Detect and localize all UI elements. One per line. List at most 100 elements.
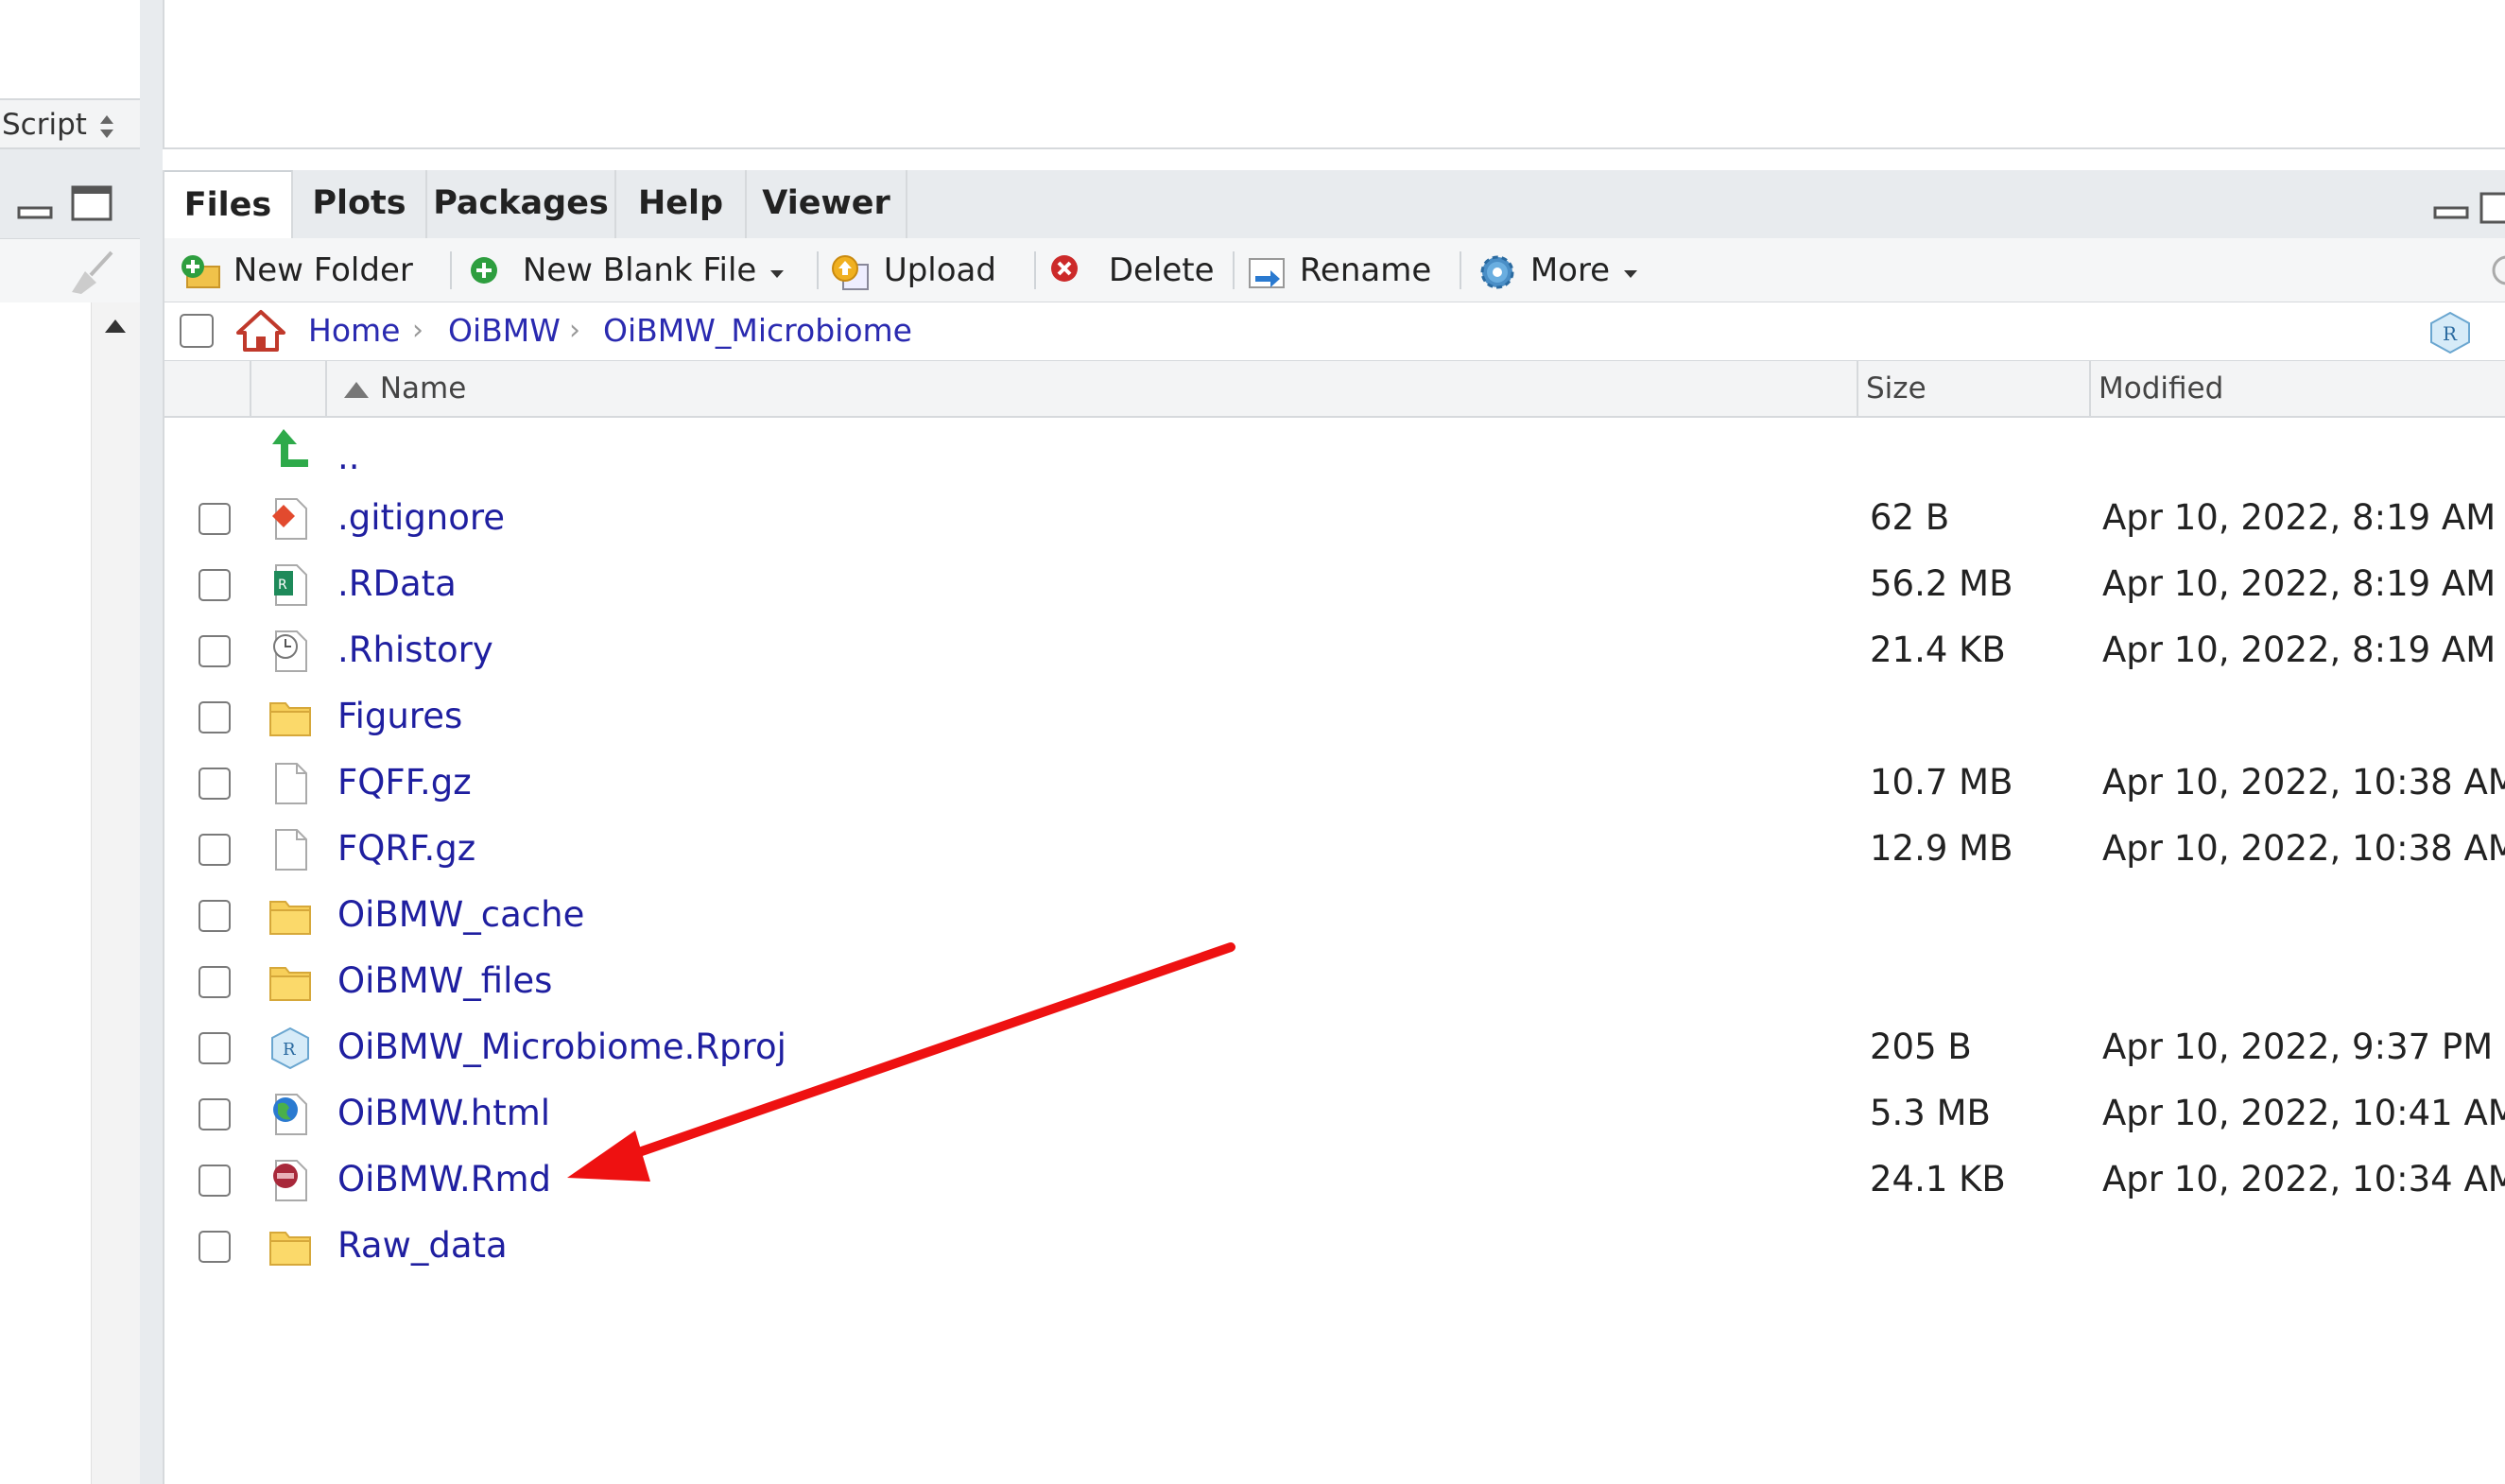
broom-icon[interactable] <box>66 249 119 296</box>
table-row[interactable]: Figures <box>164 682 2505 749</box>
pane-splitter[interactable] <box>140 0 163 1484</box>
column-size-label: Size <box>1866 371 1926 406</box>
parent-directory-row[interactable]: .. <box>164 418 2505 484</box>
table-row[interactable]: FQFF.gz 10.7 MB Apr 10, 2022, 10:38 AM <box>164 749 2505 815</box>
row-checkbox[interactable] <box>199 1165 231 1197</box>
file-name-link[interactable]: FQFF.gz <box>337 749 472 817</box>
row-checkbox[interactable] <box>199 768 231 800</box>
rename-button[interactable]: Rename <box>1246 238 1431 302</box>
table-row[interactable]: R .RData 56.2 MB Apr 10, 2022, 8:19 AM <box>164 550 2505 616</box>
table-row[interactable]: FQRF.gz 12.9 MB Apr 10, 2022, 10:38 AM <box>164 815 2505 881</box>
gear-icon <box>1480 255 1514 288</box>
row-checkbox[interactable] <box>199 635 231 667</box>
row-checkbox[interactable] <box>199 966 231 998</box>
new-folder-button[interactable]: New Folder <box>180 238 413 302</box>
file-size: 24.1 KB <box>1870 1159 2006 1199</box>
parent-directory-link[interactable]: .. <box>337 423 360 492</box>
column-header-size[interactable]: Size <box>1866 361 1926 416</box>
folder-icon <box>269 1232 311 1266</box>
pane-gap <box>0 149 163 170</box>
file-size: 56.2 MB <box>1870 563 2013 604</box>
home-icon[interactable] <box>234 308 287 354</box>
sort-updown-icon <box>99 114 113 138</box>
row-checkbox[interactable] <box>199 1032 231 1064</box>
select-all-checkbox[interactable] <box>180 314 214 348</box>
more-button[interactable]: More <box>1475 238 1641 302</box>
file-name-link[interactable]: .Rhistory <box>337 616 493 684</box>
caret-down-icon <box>770 269 785 278</box>
file-name-link[interactable]: OiBMW.Rmd <box>337 1146 551 1214</box>
table-row[interactable]: .Rhistory 21.4 KB Apr 10, 2022, 8:19 AM <box>164 616 2505 682</box>
breadcrumb: Home › OiBMW › OiBMW_Microbiome R <box>163 302 2505 361</box>
tab-plots[interactable]: Plots <box>293 170 427 238</box>
tab-viewer[interactable]: Viewer <box>747 170 907 238</box>
sort-ascending-icon <box>344 381 369 398</box>
tab-help[interactable]: Help <box>616 170 747 238</box>
new-blank-file-label: New Blank File <box>522 251 757 289</box>
upload-label: Upload <box>883 251 996 289</box>
scroll-up-icon[interactable] <box>103 318 128 335</box>
delete-button[interactable]: Delete <box>1047 238 1215 302</box>
files-toolbar: New Folder New Blank File Upload Delete … <box>163 238 2505 302</box>
table-row[interactable]: OiBMW.html 5.3 MB Apr 10, 2022, 10:41 AM <box>164 1079 2505 1146</box>
refresh-icon[interactable] <box>2488 253 2505 287</box>
table-row[interactable]: .gitignore 62 B Apr 10, 2022, 8:19 AM <box>164 484 2505 550</box>
file-name-link[interactable]: .gitignore <box>337 484 505 552</box>
breadcrumb-level1[interactable]: OiBMW <box>448 302 561 359</box>
add-file-icon <box>471 256 497 284</box>
breadcrumb-home[interactable]: Home <box>308 302 400 359</box>
minimize-pane-icon[interactable] <box>17 191 55 223</box>
html-file-icon <box>273 1094 307 1135</box>
file-list: .. .gitignore 62 B Apr 10, 2022, 8:19 AM… <box>163 418 2505 1484</box>
new-folder-icon <box>181 254 220 288</box>
environment-toolbar <box>0 238 140 304</box>
file-name-link[interactable]: FQRF.gz <box>337 815 475 883</box>
table-row[interactable]: OiBMW_cache <box>164 881 2505 947</box>
environment-scrollbar[interactable] <box>91 302 141 1484</box>
table-row[interactable]: OiBMW_files <box>164 947 2505 1013</box>
blank-file-icon <box>275 829 307 871</box>
row-checkbox[interactable] <box>199 569 231 601</box>
script-type-selector[interactable]: Script <box>2 108 117 142</box>
column-name-label: Name <box>379 371 467 406</box>
upload-button[interactable]: Upload <box>830 238 996 302</box>
file-name-link[interactable]: OiBMW.html <box>337 1079 550 1148</box>
column-header-modified[interactable]: Modified <box>2099 361 2223 416</box>
project-icon[interactable]: R <box>2427 310 2473 355</box>
table-row[interactable]: OiBMW.Rmd 24.1 KB Apr 10, 2022, 10:34 AM <box>164 1146 2505 1212</box>
row-checkbox[interactable] <box>199 1231 231 1263</box>
minimize-pane-icon[interactable] <box>2433 197 2471 229</box>
rename-label: Rename <box>1299 251 1432 289</box>
new-folder-label: New Folder <box>233 251 413 289</box>
new-blank-file-button[interactable]: New Blank File <box>467 238 787 302</box>
maximize-pane-icon[interactable] <box>70 183 115 225</box>
rdata-file-icon: R <box>274 564 307 606</box>
folder-icon <box>269 702 311 736</box>
tab-packages[interactable]: Packages <box>427 170 616 238</box>
breadcrumb-level2[interactable]: OiBMW_Microbiome <box>603 302 912 359</box>
column-header-name[interactable]: Name <box>342 361 466 416</box>
files-pane-tabs: Files Plots Packages Help Viewer <box>163 170 2505 238</box>
row-checkbox[interactable] <box>199 503 231 535</box>
rename-icon <box>1249 257 1285 288</box>
row-checkbox[interactable] <box>199 834 231 866</box>
table-row[interactable]: Raw_data <box>164 1212 2505 1278</box>
maximize-pane-icon[interactable] <box>2479 191 2505 229</box>
column-divider <box>325 361 327 416</box>
row-checkbox[interactable] <box>199 701 231 733</box>
file-name-link[interactable]: OiBMW_files <box>337 947 552 1015</box>
file-modified: Apr 10, 2022, 9:37 PM <box>2102 1027 2494 1067</box>
file-modified: Apr 10, 2022, 10:34 AM <box>2102 1159 2505 1199</box>
caret-down-icon <box>1623 269 1637 278</box>
row-checkbox[interactable] <box>199 900 231 932</box>
file-size: 21.4 KB <box>1870 630 2006 670</box>
environment-pane-header <box>0 170 140 238</box>
table-row[interactable]: R OiBMW_Microbiome.Rproj 205 B Apr 10, 2… <box>164 1013 2505 1079</box>
file-size: 5.3 MB <box>1870 1093 1991 1133</box>
file-name-link[interactable]: Figures <box>337 682 462 751</box>
row-checkbox[interactable] <box>199 1098 231 1130</box>
file-name-link[interactable]: .RData <box>337 550 457 618</box>
toolbar-divider <box>1460 251 1461 289</box>
file-name-link[interactable]: Raw_data <box>337 1212 508 1280</box>
tab-files[interactable]: Files <box>164 170 293 238</box>
